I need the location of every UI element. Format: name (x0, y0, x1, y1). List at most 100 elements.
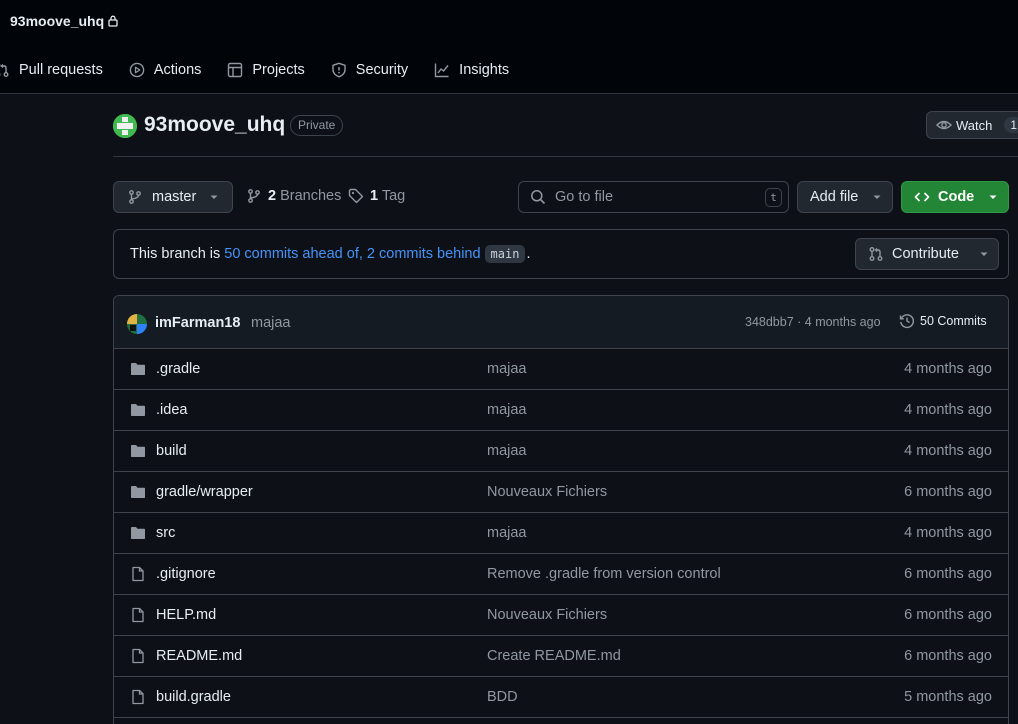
file-commit-message[interactable]: majaa (487, 402, 527, 418)
file-icon (132, 607, 144, 623)
file-row[interactable]: HELP.md Nouveaux Fichiers 6 months ago (114, 595, 1008, 636)
file-commit-message[interactable]: Create README.md (487, 648, 621, 664)
file-commit-message[interactable]: majaa (487, 525, 527, 541)
go-to-file-search[interactable]: t (518, 181, 789, 213)
file-name-link[interactable]: build (156, 443, 187, 459)
commit-message[interactable]: majaa (251, 315, 291, 331)
file-icon (132, 689, 144, 705)
file-commit-message[interactable]: majaa (487, 443, 527, 459)
file-name-link[interactable]: .idea (156, 402, 187, 418)
file-commit-date: 6 months ago (904, 566, 992, 582)
tab-label: Insights (459, 62, 510, 78)
file-name-link[interactable]: .gradle (156, 361, 200, 377)
tab-actions[interactable]: Actions (129, 62, 202, 78)
tab-label: Security (355, 62, 409, 78)
repo-title-link[interactable]: 93moove_uhq (10, 13, 118, 29)
commits-count-label: 50 Commits (920, 314, 987, 328)
tab-label: Actions (153, 62, 202, 78)
file-commit-date: 5 months ago (904, 689, 992, 705)
file-name-link[interactable]: HELP.md (156, 607, 216, 623)
chevron-down-icon (980, 252, 988, 256)
file-row[interactable]: .gradle majaa 4 months ago (114, 349, 1008, 390)
banner-prefix: This branch is (130, 246, 221, 262)
folder-icon (131, 404, 145, 416)
file-commit-message[interactable]: majaa (487, 361, 527, 377)
pull-request-icon (869, 247, 883, 261)
tab-insights[interactable]: Insights (434, 62, 509, 78)
file-commit-message[interactable]: BDD (487, 689, 518, 705)
branches-label: Branches (280, 188, 342, 204)
tag-icon (348, 188, 364, 204)
code-icon (914, 192, 930, 202)
file-commit-message[interactable]: Nouveaux Fichiers (487, 484, 607, 500)
pull-request-icon (0, 64, 9, 77)
branches-count: 2 (268, 188, 277, 204)
tags-link[interactable]: 1 Tag (348, 188, 405, 204)
branches-link[interactable]: 2 Branches (246, 188, 341, 204)
file-row[interactable]: README.md Create README.md 6 months ago (114, 636, 1008, 677)
latest-commit-row: imFarman18 majaa 348dbb7 · 4 months ago … (114, 296, 1008, 349)
lock-icon (108, 15, 118, 27)
file-name-link[interactable]: README.md (156, 648, 242, 664)
file-row[interactable]: .gitignore Remove .gradle from version co… (114, 554, 1008, 595)
file-commit-date: 4 months ago (904, 443, 992, 459)
history-icon (899, 314, 914, 329)
watch-button[interactable]: Watch 1 (926, 111, 1018, 139)
branch-status-text: This branch is 50 commits ahead of, 2 co… (130, 245, 530, 263)
file-name-link[interactable]: src (156, 525, 175, 541)
folder-icon (131, 445, 145, 457)
file-commit-date: 6 months ago (904, 607, 992, 623)
file-icon (132, 566, 144, 582)
branch-status-banner: This branch is 50 commits ahead of, 2 co… (113, 229, 1009, 279)
branch-select-button[interactable]: master (113, 181, 233, 213)
tab-pull-requests[interactable]: Pull requests (0, 62, 103, 78)
shield-icon (332, 62, 346, 78)
file-commit-date: 4 months ago (904, 402, 992, 418)
repo-short-name: 93moove_uhq (10, 13, 105, 29)
add-file-button[interactable]: Add file (797, 181, 893, 213)
code-label: Code (938, 189, 975, 205)
eye-icon (936, 120, 952, 130)
file-row[interactable]: .idea majaa 4 months ago (114, 390, 1008, 431)
add-file-label: Add file (810, 189, 859, 205)
commits-history-link[interactable]: 50 Commits (899, 313, 987, 329)
play-icon (129, 62, 145, 78)
keyboard-shortcut-hint: t (765, 188, 782, 207)
chevron-down-icon (989, 195, 997, 199)
file-name-link[interactable]: build.gradle (156, 689, 231, 705)
chevron-down-icon (873, 195, 881, 199)
contribute-button[interactable]: Contribute (855, 238, 999, 270)
file-commit-message[interactable]: Nouveaux Fichiers (487, 607, 607, 623)
commits-behind-link[interactable]: 2 commits behind (367, 246, 481, 262)
tab-projects[interactable]: Projects (227, 62, 305, 78)
file-row[interactable]: src majaa 4 months ago (114, 513, 1008, 554)
repo-name[interactable]: 93moove_uhq (144, 113, 285, 137)
file-commit-date: 4 months ago (904, 525, 992, 541)
search-icon (531, 190, 546, 205)
commit-hash-time[interactable]: 348dbb7 · 4 months ago (745, 315, 881, 329)
file-name-link[interactable]: .gitignore (156, 566, 216, 582)
file-row[interactable]: build.gradle BDD 5 months ago (114, 677, 1008, 718)
commits-ahead-link[interactable]: 50 commits ahead of, (224, 246, 363, 262)
author-avatar[interactable] (127, 314, 147, 334)
folder-icon (131, 527, 145, 539)
code-button[interactable]: Code (901, 181, 1009, 213)
repo-header-bar: 93moove_uhq Pull requests Actions Projec… (0, 0, 1018, 94)
file-row[interactable]: build majaa 4 months ago (114, 431, 1008, 472)
base-branch-name: main (484, 245, 526, 263)
file-commit-date: 6 months ago (904, 648, 992, 664)
file-row[interactable]: gradle/wrapper Nouveaux Fichiers 6 months … (114, 472, 1008, 513)
file-commit-date: 4 months ago (904, 361, 992, 377)
identicon-icon (113, 114, 137, 138)
file-commit-message[interactable]: Remove .gradle from version control (487, 566, 721, 582)
avatar-icon (127, 314, 147, 334)
repo-owner-avatar[interactable] (113, 114, 137, 138)
commit-author[interactable]: imFarman18 (155, 315, 240, 331)
file-name-link[interactable]: gradle/wrapper (156, 484, 253, 500)
search-input[interactable] (555, 189, 755, 205)
tags-label: Tag (381, 188, 406, 204)
tab-security[interactable]: Security (331, 62, 408, 78)
folder-icon (131, 363, 145, 375)
visibility-badge: Private (290, 115, 344, 136)
repo-nav: Pull requests Actions Projects Security (0, 58, 535, 82)
